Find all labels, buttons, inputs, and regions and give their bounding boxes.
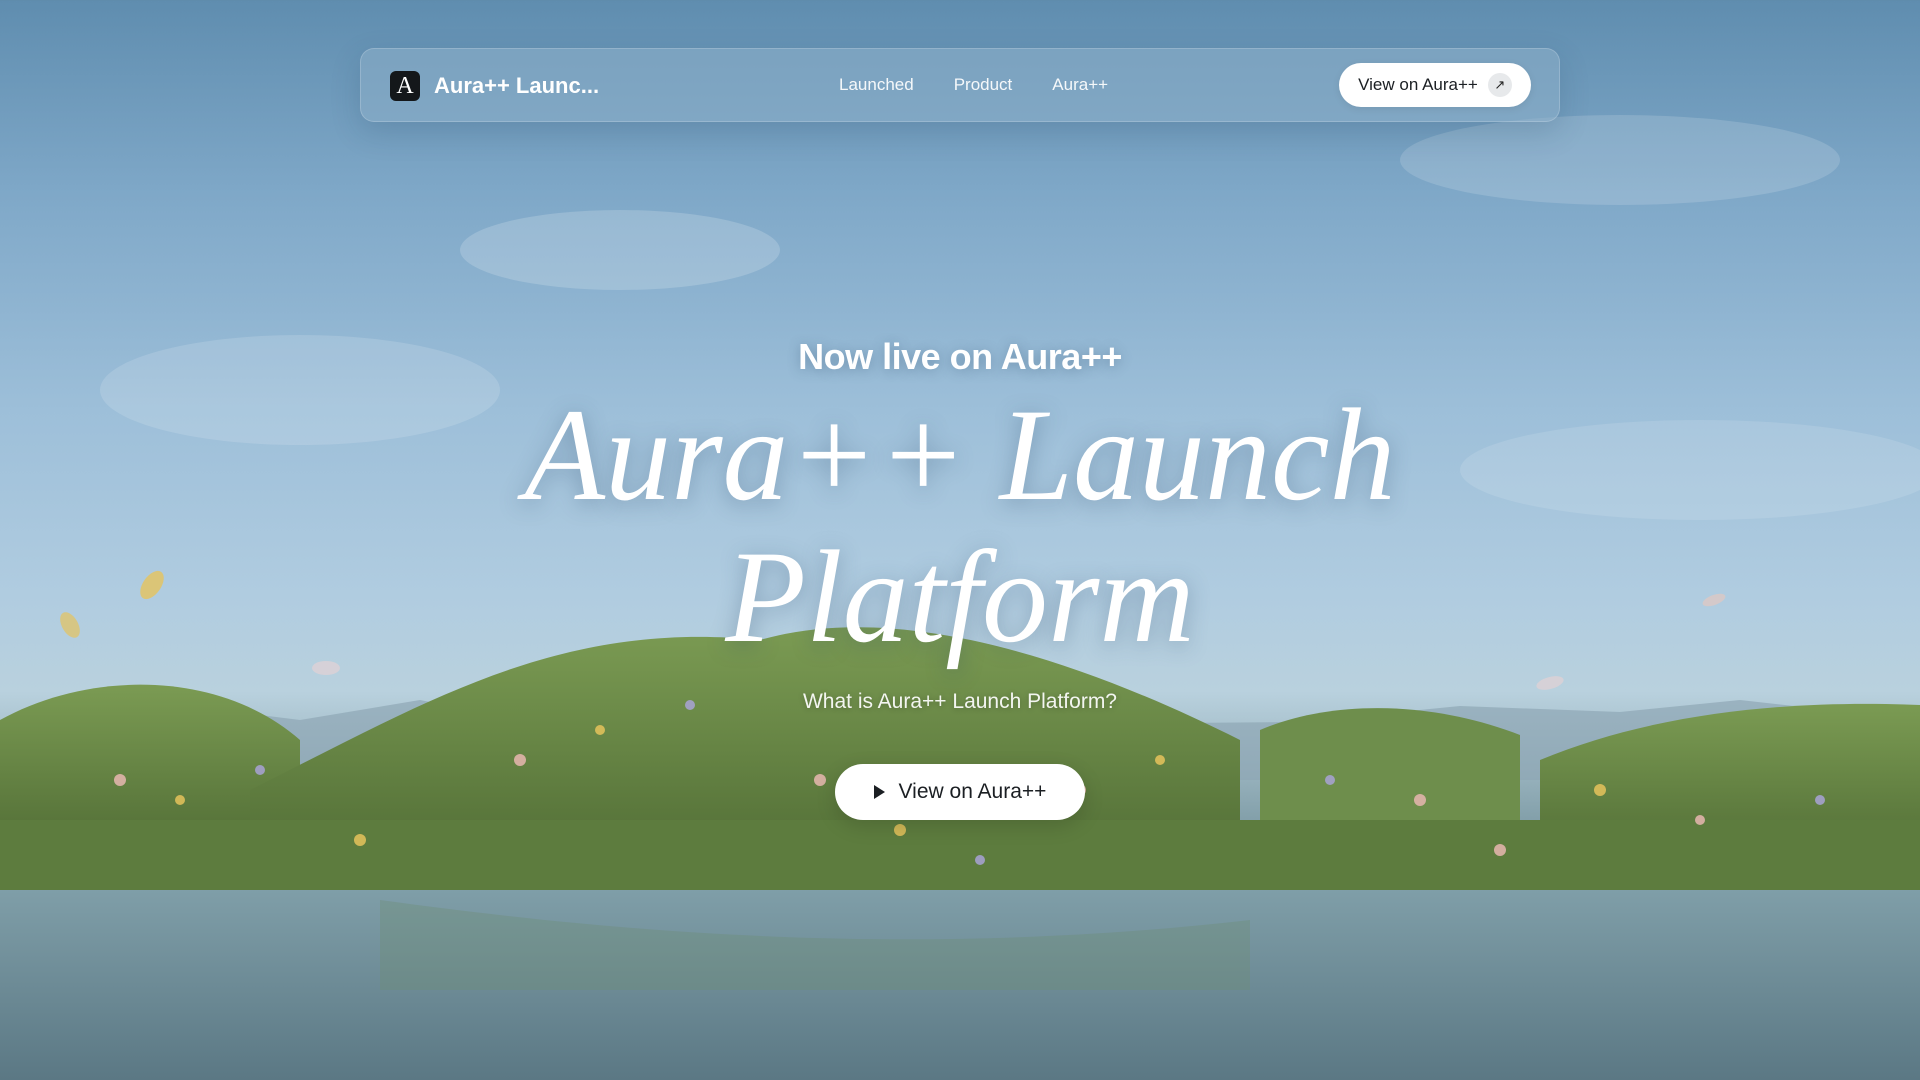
nav-links: Launched Product Aura++ bbox=[839, 75, 1108, 95]
hero-view-on-aura-button[interactable]: View on Aura++ bbox=[835, 764, 1085, 820]
hero-title-line-2: Platform bbox=[725, 523, 1195, 670]
nav-link-launched[interactable]: Launched bbox=[839, 75, 914, 95]
arrow-up-right-icon: ↗ bbox=[1487, 73, 1512, 97]
nav-view-on-aura-button[interactable]: View on Aura++ ↗ bbox=[1339, 63, 1531, 107]
hero-subtitle-link[interactable]: What is Aura++ Launch Platform? bbox=[0, 690, 1920, 714]
top-navbar: A Aura++ Launc... Launched Product Aura+… bbox=[360, 48, 1560, 122]
hero-cta-label: View on Aura++ bbox=[898, 780, 1047, 803]
nav-cta-label: View on Aura++ bbox=[1358, 75, 1478, 94]
brand-name: Aura++ Launc... bbox=[434, 73, 600, 98]
hero-eyebrow: Now live on Aura++ bbox=[798, 336, 1122, 377]
play-icon bbox=[873, 785, 885, 799]
nav-link-aura[interactable]: Aura++ bbox=[1052, 75, 1108, 95]
hero-title: Aura++ Launch Platform bbox=[0, 384, 1920, 668]
brand-logo-icon: A bbox=[390, 71, 420, 101]
brand[interactable]: A Aura++ Launc... bbox=[390, 71, 599, 101]
nav-link-product[interactable]: Product bbox=[954, 75, 1013, 95]
hero-title-line-1: Aura++ Launch bbox=[524, 381, 1396, 528]
